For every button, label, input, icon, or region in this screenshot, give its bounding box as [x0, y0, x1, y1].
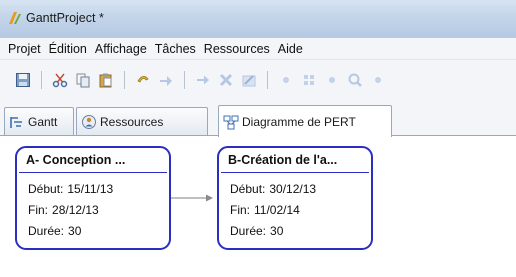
- end-label: Fin:: [230, 203, 251, 217]
- duration-label: Durée:: [230, 224, 267, 238]
- pert-icon: [223, 115, 239, 129]
- start-value: 30/12/13: [269, 182, 317, 196]
- tab-diagramme-de-pert[interactable]: Diagramme de PERT: [218, 105, 392, 137]
- tab-label: Gantt: [28, 115, 58, 129]
- task-end: Fin: 28/12/13: [28, 203, 99, 217]
- menu-ressources[interactable]: Ressources: [200, 42, 274, 56]
- fit-icon[interactable]: [298, 69, 320, 91]
- zoom-reset-icon[interactable]: [321, 69, 343, 91]
- duration-value: 30: [68, 224, 82, 238]
- task-start: Début: 15/11/13: [28, 182, 113, 196]
- toolbar-separator: [184, 71, 185, 89]
- menu-aide[interactable]: Aide: [274, 42, 307, 56]
- redo-icon[interactable]: [155, 69, 177, 91]
- toolbar-separator: [267, 71, 268, 89]
- pert-task-box[interactable]: B-Création de l'a... Début: 30/12/13 Fin:…: [217, 146, 373, 250]
- start-label: Début:: [230, 182, 266, 196]
- more-icon[interactable]: [367, 69, 389, 91]
- task-divider: [221, 172, 369, 173]
- task-divider: [19, 172, 167, 173]
- menu-edition[interactable]: Édition: [45, 42, 91, 56]
- undo-icon[interactable]: [132, 69, 154, 91]
- duration-value: 30: [270, 224, 284, 238]
- zoom-out-icon[interactable]: [275, 69, 297, 91]
- end-label: Fin:: [28, 203, 49, 217]
- toolbar-separator: [41, 71, 42, 89]
- app-icon: [9, 12, 21, 24]
- indent-icon[interactable]: [192, 69, 214, 91]
- delete-icon[interactable]: [215, 69, 237, 91]
- task-start: Début: 30/12/13: [230, 182, 316, 196]
- tab-label: Diagramme de PERT: [242, 114, 356, 129]
- pert-task-box[interactable]: A- Conception ... Début: 15/11/13 Fin: 28/…: [15, 146, 171, 250]
- menu-projet[interactable]: Projet: [4, 42, 45, 56]
- resources-icon: [82, 115, 96, 129]
- menu-taches[interactable]: Tâches: [151, 42, 200, 56]
- task-duration: Durée: 30: [230, 224, 283, 238]
- tab-strip: Gantt Ressources Diagramme de PERT: [0, 100, 516, 137]
- window-title: GanttProject *: [26, 11, 104, 25]
- paste-icon[interactable]: [95, 69, 117, 91]
- tab-label: Ressources: [100, 115, 164, 129]
- menu-bar: Projet Édition Affichage Tâches Ressourc…: [0, 38, 516, 60]
- task-end: Fin: 11/02/14: [230, 203, 300, 217]
- title-bar: GanttProject *: [0, 0, 516, 38]
- task-name: B-Création de l'a...: [228, 153, 338, 167]
- zoom-in-icon[interactable]: [344, 69, 366, 91]
- menu-affichage[interactable]: Affichage: [91, 42, 151, 56]
- save-icon[interactable]: [12, 69, 34, 91]
- pert-canvas: A- Conception ... Début: 15/11/13 Fin: 28/…: [0, 136, 516, 277]
- tab-ressources[interactable]: Ressources: [76, 107, 208, 136]
- task-duration: Durée: 30: [28, 224, 81, 238]
- task-name: A- Conception ...: [26, 153, 126, 167]
- end-value: 11/02/14: [254, 203, 300, 217]
- copy-icon[interactable]: [72, 69, 94, 91]
- properties-icon[interactable]: [238, 69, 260, 91]
- tab-gantt[interactable]: Gantt: [4, 107, 74, 136]
- toolbar: [0, 60, 516, 100]
- start-value: 15/11/13: [67, 182, 114, 196]
- start-label: Début:: [28, 182, 64, 196]
- end-value: 28/12/13: [52, 203, 99, 217]
- duration-label: Durée:: [28, 224, 65, 238]
- toolbar-separator: [124, 71, 125, 89]
- gantt-icon: [10, 117, 22, 128]
- cut-icon[interactable]: [49, 69, 71, 91]
